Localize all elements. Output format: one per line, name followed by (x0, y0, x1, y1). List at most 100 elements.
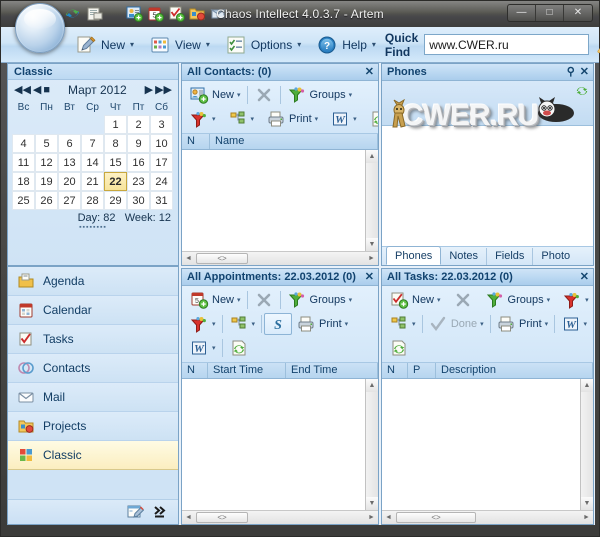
contacts-word-export-button[interactable]: W ▾ (326, 108, 361, 130)
column-header-p[interactable]: P (408, 363, 436, 378)
sidebar-item-agenda[interactable]: Agenda (8, 267, 178, 296)
calendar-day[interactable]: 24 (150, 172, 173, 191)
column-header-n[interactable]: N (182, 134, 210, 149)
scroll-left-arrow[interactable]: ◄ (182, 514, 195, 521)
tasks-horizontal-scrollbar[interactable]: ◄ <> ► (382, 510, 593, 524)
calendar-day[interactable]: 2 (127, 115, 150, 134)
tasks-new-button[interactable]: New ▾ (385, 289, 445, 311)
sidebar-item-contacts[interactable]: Contacts (8, 354, 178, 383)
contacts-new-button[interactable]: New ▾ (185, 84, 245, 106)
scroll-thumb[interactable]: <> (396, 512, 476, 523)
calendar-day[interactable]: 3 (150, 115, 173, 134)
options-button[interactable]: Options ▾ (221, 31, 306, 59)
column-header-n[interactable]: N (182, 363, 208, 378)
calendar-day[interactable]: 29 (104, 191, 127, 210)
tasks-vertical-scrollbar[interactable]: ▲ ▼ (580, 379, 593, 510)
scroll-left-arrow[interactable]: ◄ (382, 514, 395, 521)
tasks-print-button[interactable]: Print ▾ (492, 313, 552, 335)
pin-icon[interactable]: ⚲ (567, 66, 575, 78)
scroll-thumb[interactable]: <> (196, 512, 248, 523)
sidebar-item-calendar[interactable]: Calendar (8, 296, 178, 325)
calendar-day[interactable]: 19 (35, 172, 58, 191)
calendar-day[interactable]: 25 (12, 191, 35, 210)
calendar-day-selected[interactable]: 22 (104, 172, 127, 191)
tab-fields[interactable]: Fields (487, 248, 534, 265)
tasks-done-button[interactable]: Done ▾ (424, 313, 488, 335)
maximize-button[interactable]: □ (536, 5, 564, 21)
scroll-down-arrow[interactable]: ▼ (581, 497, 593, 510)
calendar-day[interactable]: 31 (150, 191, 173, 210)
app-orb-button[interactable] (15, 3, 65, 53)
tasks-hierarchy-button[interactable]: ▾ (385, 313, 420, 335)
minimize-button[interactable]: — (508, 5, 536, 21)
search-icon[interactable] (593, 32, 600, 58)
scroll-up-arrow[interactable]: ▲ (366, 150, 378, 163)
calendar-day[interactable]: 1 (104, 115, 127, 134)
calendar-last-button[interactable]: ▶▶ (155, 84, 172, 96)
appointments-sync-button[interactable]: S (264, 313, 293, 335)
tasks-groups-button[interactable]: Groups ▾ (481, 289, 555, 311)
contacts-vertical-scrollbar[interactable]: ▲ ▼ (365, 150, 378, 251)
calendar-day[interactable]: 10 (150, 134, 173, 153)
calendar-day[interactable]: 5 (35, 134, 58, 153)
column-header-name[interactable]: Name (210, 134, 378, 149)
calendar-day[interactable]: 16 (127, 153, 150, 172)
contacts-hierarchy-button[interactable]: ▾ (224, 108, 259, 130)
calendar-day[interactable]: 13 (58, 153, 81, 172)
tab-phones[interactable]: Phones (386, 246, 442, 265)
expand-more-icon[interactable] (151, 503, 169, 521)
calendar-day[interactable]: 4 (12, 134, 35, 153)
column-header-start-time[interactable]: Start Time (208, 363, 286, 378)
scroll-right-arrow[interactable]: ► (365, 255, 378, 262)
contacts-filter-button[interactable]: ▾ (185, 108, 220, 130)
calendar-day[interactable]: 8 (104, 134, 127, 153)
appointments-word-export-button[interactable]: W ▾ (185, 337, 220, 359)
column-header-description[interactable]: Description (436, 363, 593, 378)
calendar-day[interactable]: 20 (58, 172, 81, 191)
calendar-day[interactable]: 26 (35, 191, 58, 210)
tasks-filter-button[interactable]: ▾ (558, 289, 593, 311)
contacts-groups-button[interactable]: Groups ▾ (283, 84, 357, 106)
contacts-delete-button[interactable] (250, 84, 278, 106)
tasks-list-body[interactable]: ▲ ▼ (382, 379, 593, 510)
scroll-down-arrow[interactable]: ▼ (366, 238, 378, 251)
calendar-day[interactable]: 11 (12, 153, 35, 172)
scroll-thumb[interactable]: <> (196, 253, 248, 264)
phones-refresh-icon[interactable] (574, 83, 590, 99)
scroll-down-arrow[interactable]: ▼ (366, 497, 378, 510)
phones-content-body[interactable] (382, 125, 593, 246)
contacts-print-button[interactable]: Print ▾ (262, 108, 322, 130)
edit-layout-icon[interactable] (126, 503, 145, 521)
appointments-refresh-button[interactable] (225, 337, 253, 359)
calendar-day[interactable]: 27 (58, 191, 81, 210)
appointments-list-body[interactable]: ▲ ▼ (182, 379, 378, 510)
sidebar-item-projects[interactable]: Projects (8, 412, 178, 441)
appointments-vertical-scrollbar[interactable]: ▲ ▼ (365, 379, 378, 510)
tasks-word-export-button[interactable]: W ▾ (557, 313, 592, 335)
appointments-new-button[interactable]: 5 New ▾ (185, 289, 245, 311)
calendar-day[interactable]: 9 (127, 134, 150, 153)
close-icon[interactable]: ✕ (580, 271, 589, 283)
calendar-day[interactable]: 14 (81, 153, 104, 172)
scroll-up-arrow[interactable]: ▲ (366, 379, 378, 392)
scroll-left-arrow[interactable]: ◄ (182, 255, 195, 262)
appointments-hierarchy-button[interactable]: ▾ (225, 313, 260, 335)
appointments-delete-button[interactable] (250, 289, 278, 311)
tab-photo[interactable]: Photo (533, 248, 578, 265)
calendar-day[interactable]: 15 (104, 153, 127, 172)
calendar-day[interactable]: 23 (127, 172, 150, 191)
scroll-right-arrow[interactable]: ► (580, 514, 593, 521)
calendar-day[interactable]: 6 (58, 134, 81, 153)
contacts-list-body[interactable]: ▲ ▼ (182, 150, 378, 251)
calendar-day[interactable]: 17 (150, 153, 173, 172)
calendar-day[interactable]: 7 (81, 134, 104, 153)
scroll-up-arrow[interactable]: ▲ (581, 379, 593, 392)
view-button[interactable]: View ▾ (145, 31, 215, 59)
appointments-horizontal-scrollbar[interactable]: ◄ <> ► (182, 510, 378, 524)
new-button[interactable]: New ▾ (71, 31, 139, 59)
close-icon[interactable]: ✕ (365, 66, 374, 78)
calendar-day[interactable]: 30 (127, 191, 150, 210)
column-header-end-time[interactable]: End Time (286, 363, 378, 378)
sidebar-item-classic[interactable]: Classic (8, 441, 178, 470)
calendar-day[interactable]: 28 (81, 191, 104, 210)
